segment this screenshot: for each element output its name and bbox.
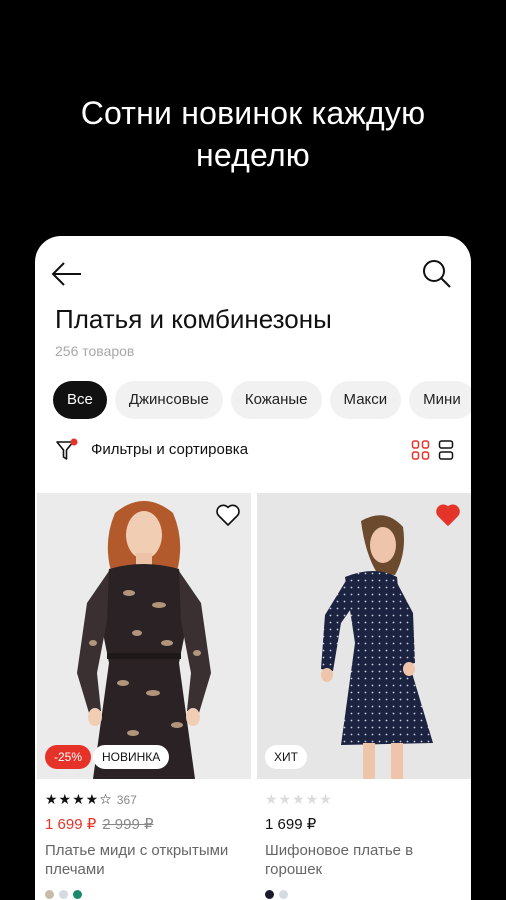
color-swatch[interactable] (59, 890, 68, 899)
chip-maxi[interactable]: Макси (329, 381, 402, 419)
promo-line-1: Сотни новинок каждую (80, 95, 426, 131)
phone-screen: Платья и комбинезоны 256 товаров Все Джин… (35, 236, 471, 900)
product-count: 256 товаров (55, 343, 135, 359)
chip-denim[interactable]: Джинсовые (114, 381, 223, 419)
product-name[interactable]: Шифоновое платье в горошек (265, 841, 469, 879)
sale-price: 1 699 ₽ (45, 816, 97, 833)
arrow-left-icon (51, 262, 81, 286)
filter-bar: Фильтры и сортировка (35, 432, 471, 472)
product-name[interactable]: Платье миди с открытыми плечами (45, 841, 249, 879)
color-swatch[interactable] (265, 890, 274, 899)
page-title: Платья и комбинезоны (55, 304, 332, 334)
heart-filled-icon (436, 504, 460, 526)
favorite-button[interactable] (215, 503, 241, 527)
promo-headline: Сотни новинок каждую неделю (0, 92, 506, 176)
promo-line-2: неделю (195, 137, 311, 173)
back-button[interactable] (51, 260, 83, 288)
product-price: 1 699 ₽ (265, 815, 316, 833)
color-swatches (265, 886, 293, 899)
search-icon (423, 260, 451, 288)
discount-badge: -25% (45, 745, 92, 769)
color-swatch[interactable] (73, 890, 82, 899)
new-badge: НОВИНКА (93, 745, 170, 769)
regular-price: 1 699 ₽ (265, 816, 317, 833)
product-photo[interactable]: ХИТ (257, 493, 471, 779)
rating-stars: ★★★★★ (265, 791, 333, 807)
product-price: 1 699 ₽ 2 999 ₽ (45, 815, 154, 833)
hit-badge: ХИТ (265, 745, 307, 769)
filter-sort-label[interactable]: Фильтры и сортировка (91, 441, 248, 458)
rating-count: 367 (116, 793, 137, 807)
badge-group: -25% НОВИНКА (45, 745, 170, 769)
product-card[interactable]: ХИТ ★★★★★ 1 699 ₽ Шифоновое платье в гор… (257, 493, 471, 900)
filter-button[interactable] (55, 438, 79, 464)
old-price: 2 999 ₽ (102, 816, 154, 833)
grid-view-toggle[interactable] (411, 438, 431, 462)
chip-mini[interactable]: Мини (409, 381, 471, 419)
favorite-button[interactable] (435, 503, 461, 527)
color-swatch[interactable] (279, 890, 288, 899)
rating-stars: ★★★★☆ (45, 791, 113, 807)
product-rating: ★★★★★ (265, 791, 333, 807)
product-photo[interactable]: -25% НОВИНКА (37, 493, 251, 779)
product-rating: ★★★★☆ 367 (45, 791, 137, 807)
product-image-floral-dress (37, 493, 251, 779)
top-bar (35, 236, 471, 306)
product-card[interactable]: -25% НОВИНКА ★★★★☆ 367 1 699 ₽ 2 999 ₽ Плат… (37, 493, 251, 900)
list-view-icon (438, 440, 454, 460)
grid-view-icon (411, 440, 430, 460)
product-image-polka-dress (257, 493, 471, 779)
category-chips: Все Джинсовые Кожаные Макси Мини (53, 381, 471, 419)
list-view-toggle[interactable] (438, 438, 454, 462)
filter-icon (56, 438, 78, 460)
badge-group: ХИТ (265, 745, 307, 769)
heart-outline-icon (216, 504, 240, 526)
chip-leather[interactable]: Кожаные (230, 381, 322, 419)
color-swatch[interactable] (45, 890, 54, 899)
search-button[interactable] (421, 258, 453, 290)
chip-all[interactable]: Все (53, 381, 107, 419)
color-swatches (45, 886, 87, 899)
